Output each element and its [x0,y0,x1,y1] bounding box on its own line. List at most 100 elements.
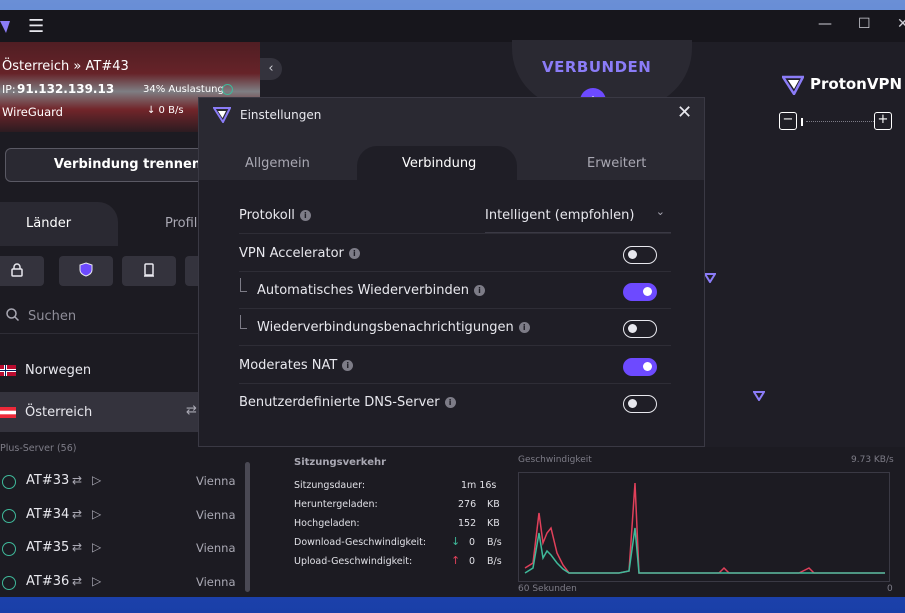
collapse-sidebar-button[interactable]: ‹ [260,58,282,80]
protonvpn-logo-icon [780,75,806,99]
play-icon: ▷ [92,574,102,588]
close-button[interactable]: ✕ [897,16,905,32]
server-list-scrollbar[interactable] [245,462,250,592]
shield-icon [79,261,93,281]
load-ring-icon [222,84,233,95]
stat-value: 1m 16s [461,480,497,491]
play-icon: ▷ [92,507,102,521]
stat-value: 0 [469,556,476,567]
hamburger-menu-icon[interactable]: ☰ [28,16,44,37]
session-stats-panel: Sitzungsverkehr Sitzungsdauer: 1m 16s He… [260,447,905,597]
moderate-nat-toggle[interactable] [623,358,657,376]
stats-title: Sitzungsverkehr [294,457,387,468]
server-name: AT#34 [26,507,70,522]
auto-reconnect-toggle[interactable] [623,283,657,301]
setting-row-moderate-nat: Moderates NAT i [239,347,671,384]
load-ring-icon [2,475,16,489]
search-placeholder: Suchen [28,309,77,324]
zoom-slider[interactable] [801,118,803,126]
country-name: Norwegen [25,362,92,378]
connection-status: VERBUNDEN [542,58,652,76]
custom-dns-toggle[interactable] [623,395,657,413]
graph-x-right: 0 [887,584,893,594]
info-icon[interactable]: i [342,360,354,371]
p2p-icon: ⇄ [72,540,83,554]
stat-label: Sitzungsdauer: [294,480,366,491]
vpn-accelerator-toggle[interactable] [623,246,657,264]
minimize-button[interactable]: — [818,16,832,32]
server-row[interactable]: AT#35 ⇄ ▷ Vienna [0,535,240,565]
server-name: AT#33 [26,473,70,488]
info-icon[interactable]: i [444,397,456,408]
setting-label: Wiederverbindungsbenachrichtigungen i [257,320,530,335]
setting-row-vpn-accelerator: VPN Accelerator i [239,235,671,272]
stat-value: 152 [458,518,477,529]
setting-label: Moderates NAT i [239,358,354,373]
load-ring-icon [2,542,16,556]
ip-address: 91.132.139.13 [17,82,115,96]
zoom-out-button[interactable]: − [779,112,797,130]
app-window: ☰ — ☐ ✕ Österreich » AT#43 IP: 91.132.13… [0,10,905,597]
p2p-icon: ⇄ [72,574,83,588]
server-row[interactable]: AT#36 ⇄ ▷ Vienna [0,569,240,597]
ip-label: IP: [2,83,16,96]
settings-body: Protokoll i Intelligent (empfohlen) ⌄ VPN… [199,180,704,446]
country-name: Österreich [25,404,93,420]
maximize-button[interactable]: ☐ [858,16,871,32]
play-icon: ▷ [92,540,102,554]
filter-secure-core-button[interactable] [0,256,44,286]
server-row[interactable]: AT#34 ⇄ ▷ Vienna [0,502,240,532]
download-speed: ↓ 0 B/s [147,105,184,116]
proton-logo-icon [212,107,232,127]
graph-title: Geschwindigkeit [518,455,592,465]
stat-label: Download-Geschwindigkeit: [294,537,427,548]
norway-flag-icon [0,364,16,376]
info-icon[interactable]: i [299,210,311,221]
graph-max: 9.73 KB/s [851,455,894,465]
speed-graph-plot [524,482,885,574]
tab-advanced[interactable]: Erweitert [587,156,646,171]
setting-row-auto-reconnect: Automatisches Wiederverbinden i [239,272,671,309]
tab-general[interactable]: Allgemein [245,156,310,171]
upload-arrow-icon: ↑ [451,554,461,567]
server-city: Vienna [196,541,236,555]
protocol-label: WireGuard [2,105,63,119]
speed-graph [518,472,890,582]
info-icon[interactable]: i [474,285,485,296]
reconnect-icon[interactable]: ⇄ [186,403,197,418]
server-name: AT#36 [26,574,70,589]
protocol-value: Intelligent (empfohlen) [485,208,635,223]
austria-flag-icon [0,406,16,418]
reconnect-notifications-toggle[interactable] [623,320,657,338]
stat-unit: KB [487,518,500,529]
server-pin-icon[interactable] [703,268,717,287]
dialog-title: Einstellungen [240,108,322,122]
tab-connection[interactable]: Verbindung [402,156,476,171]
protocol-select[interactable]: Intelligent (empfohlen) ⌄ [485,197,671,233]
zoom-in-button[interactable]: + [874,112,892,130]
tab-countries[interactable]: Länder [26,216,71,231]
upload-series-line [524,482,885,574]
setting-row-custom-dns: Benutzerdefinierte DNS-Server i [239,384,671,421]
info-icon[interactable]: i [518,322,530,333]
lock-icon [11,262,23,281]
title-bar: ☰ — ☐ ✕ [0,10,905,42]
play-icon: ▷ [92,473,102,487]
server-city: Vienna [196,474,236,488]
download-series-line [524,527,885,574]
p2p-icon: ⇄ [72,473,83,487]
proton-logo-icon [0,18,10,37]
zoom-track [806,121,874,123]
dialog-close-button[interactable]: ✕ [677,102,692,123]
info-icon[interactable]: i [348,248,360,259]
stat-label: Hochgeladen: [294,518,360,529]
chevron-down-icon: ⌄ [655,205,665,218]
settings-dialog: Einstellungen ✕ Allgemein Verbindung Erw… [198,97,705,447]
server-pin-icon[interactable] [752,386,766,405]
setting-row-reconnect-notifications: Wiederverbindungsbenachrichtigungen i [239,309,671,346]
server-row[interactable]: AT#33 ⇄ ▷ Vienna [0,468,240,498]
filter-p2p-button[interactable] [59,256,113,286]
filter-tor-button[interactable] [122,256,176,286]
setting-label: VPN Accelerator i [239,246,360,261]
stat-label: Heruntergeladen: [294,499,378,510]
